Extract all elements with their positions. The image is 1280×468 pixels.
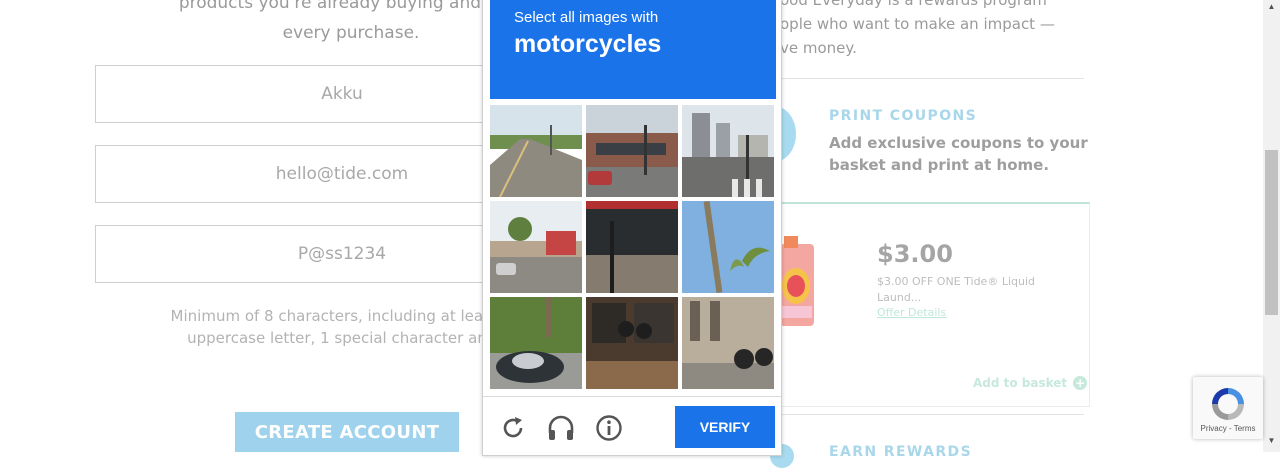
reload-icon[interactable] [498,413,528,443]
parked-motorcycle-image [490,297,582,389]
captcha-tile[interactable] [682,297,774,389]
street-road-image [490,105,582,197]
palm-tree-sky-image [682,201,774,293]
add-to-basket-button[interactable]: Add to basket + [973,376,1088,390]
rewards-intro: ood Everyday is a rewards program ople w… [780,0,1080,60]
headphones-glyph [548,415,574,440]
plus-icon: + [1073,376,1088,390]
print-coupons-title: PRINT COUPONS [829,108,978,124]
earn-rewards-title: EARN REWARDS [829,444,973,460]
scroll-down-arrow-icon[interactable]: ▼ [1263,436,1280,450]
info-glyph [596,415,622,441]
captcha-instruction: Select all images with [514,9,659,26]
motorcycle-storefront-image [586,297,678,389]
captcha-tile[interactable] [586,105,678,197]
divider [780,78,1084,79]
recaptcha-logo-icon [1212,388,1244,420]
detergent-bottle-image [780,236,814,326]
reload-glyph [503,417,523,438]
offer-price: $3.00 [877,240,953,268]
email-field-value: hello@tide.com [275,164,409,184]
captcha-tile[interactable] [682,201,774,293]
name-field-value: Akku [321,84,363,104]
sidewalk-pole-image [586,201,678,293]
captcha-tile[interactable] [586,297,678,389]
password-field-value: P@ss1234 [297,244,387,264]
scroll-up-arrow-icon[interactable]: ▲ [1263,2,1280,16]
offer-details-link[interactable]: Offer Details [877,306,946,319]
captcha-tile[interactable] [490,105,582,197]
rewards-intro-line-1: ood Everyday is a rewards program [780,0,1047,9]
city-crosswalk-image [682,105,774,197]
captcha-footer-divider [483,396,781,397]
scrollbar-thumb[interactable] [1265,150,1278,315]
captcha-tile[interactable] [490,297,582,389]
info-icon[interactable] [594,413,624,443]
print-coupons-description: Add exclusive coupons to your basket and… [829,134,1088,174]
captcha-tile[interactable] [586,201,678,293]
captcha-tile[interactable] [682,105,774,197]
add-to-basket-label: Add to basket [973,376,1068,390]
street-sidewalk-image [490,201,582,293]
divider [780,414,1084,415]
rewards-intro-line-2: ople who want to make an impact — [780,15,1055,33]
captcha-tile[interactable] [490,201,582,293]
street-motorcycles-image [682,297,774,389]
recaptcha-privacy-terms[interactable]: Privacy - Terms [1193,424,1263,433]
rewards-intro-line-3: ve money. [780,39,857,57]
headphones-icon[interactable] [546,413,576,443]
create-account-button[interactable]: CREATE ACCOUNT [235,412,459,452]
verify-button[interactable]: VERIFY [675,406,775,448]
street-building-cars-image [586,105,678,197]
offer-description: $3.00 OFF ONE Tide® Liquid Laund... [877,275,1035,304]
captcha-target: motorcycles [514,30,662,58]
